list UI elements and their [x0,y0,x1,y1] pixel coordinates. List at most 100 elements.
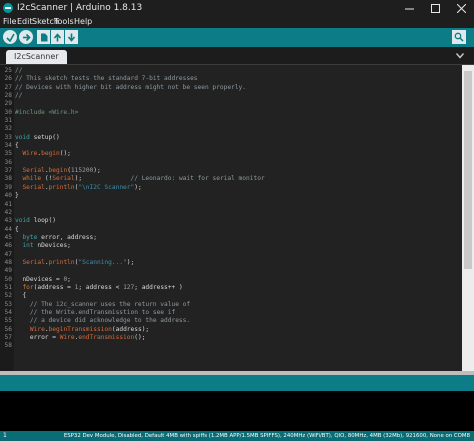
code-line[interactable]: 29 [0,100,461,108]
code-line[interactable]: 26// This sketch tests the standard 7-bi… [0,75,461,83]
menu-tools[interactable]: Tools [54,16,74,28]
line-number: 38 [4,175,12,183]
serial-monitor-button[interactable] [452,30,466,44]
line-number: 55 [4,317,12,325]
line-number: 39 [4,183,12,191]
code-line[interactable]: 36 [0,159,461,167]
tab-menu-button[interactable] [454,50,466,61]
upload-button[interactable] [19,30,33,44]
menu-file[interactable]: File [3,16,16,28]
code-line[interactable]: 47 [0,251,461,259]
code-line[interactable]: 42 [0,209,461,217]
code-line[interactable]: 49 [0,267,461,275]
code-text[interactable]: error = Wire.endTransmission(); [15,334,146,342]
console-header [0,375,474,391]
code-text[interactable]: byte error, address; [15,234,97,242]
code-text[interactable]: // [15,67,22,75]
close-button[interactable] [450,0,472,16]
minimize-icon [404,8,414,9]
code-text[interactable]: Serial.begin(115200); [15,167,100,175]
code-line[interactable]: 40} [0,192,461,200]
line-number: 42 [4,208,12,216]
code-text[interactable]: while (!Serial); // Leonardo: wait for s… [15,175,264,183]
code-line[interactable]: 27// Devices with higher bit address mig… [0,84,461,92]
code-line[interactable]: 57 error = Wire.endTransmission(); [0,334,461,342]
code-line[interactable]: 45 byte error, address; [0,234,461,242]
code-line[interactable]: 53 // The i2c_scanner uses the return va… [0,301,461,309]
code-text[interactable]: nDevices = 0; [15,276,70,284]
code-text[interactable]: // Devices with higher bit address might… [15,84,246,92]
code-line[interactable]: 39 Serial.println("\nI2C Scanner"); [0,184,461,192]
code-line[interactable]: 55 // a device did acknowledge to the ad… [0,317,461,325]
code-line[interactable]: 48 Serial.println("Scanning..."); [0,259,461,267]
code-line[interactable]: 56 Wire.beginTransmission(address); [0,326,461,334]
minimize-button[interactable] [398,0,420,16]
line-number: 54 [4,308,12,316]
line-number: 58 [4,342,12,350]
code-line[interactable]: 46 int nDevices; [0,242,461,250]
code-line[interactable]: 38 while (!Serial); // Leonardo: wait fo… [0,175,461,183]
menu-edit[interactable]: Edit [17,16,33,28]
code-text[interactable]: // a device did acknowledge to the addre… [15,317,190,325]
code-line[interactable]: 31 [0,117,461,125]
line-number: 30 [4,108,12,116]
code-text[interactable]: Serial.println("\nI2C Scanner"); [15,184,141,192]
code-text[interactable]: Wire.begin(); [15,150,70,158]
code-area[interactable]: 25//26// This sketch tests the standard … [0,67,461,351]
code-text[interactable]: { [15,226,19,234]
code-text[interactable]: // The i2c_scanner uses the return value… [15,301,190,309]
code-text[interactable]: // This sketch tests the standard 7-bit … [15,75,198,83]
line-number: 40 [4,192,12,200]
code-text[interactable]: // [15,92,22,100]
code-text[interactable]: for(address = 1; address < 127; address+… [15,284,182,292]
code-line[interactable]: 30 #include <Wire.h> [0,109,461,117]
new-button[interactable] [37,30,50,44]
code-line[interactable]: 37 Serial.begin(115200); [0,167,461,175]
code-text[interactable]: #include <Wire.h> [15,109,78,117]
maximize-button[interactable] [424,0,446,16]
maximize-icon [430,3,440,13]
window-title: I2cScanner | Arduino 1.8.13 [17,3,143,13]
code-line[interactable]: 44{ [0,226,461,234]
line-number: 52 [4,292,12,300]
code-text[interactable]: Wire.beginTransmission(address); [15,326,149,334]
code-line[interactable]: 34{ [0,142,461,150]
verify-button[interactable] [3,30,17,44]
menu-bar: File Edit Sketch Tools Help [0,16,474,28]
scrollbar-thumb[interactable] [464,71,472,269]
code-text[interactable]: { [15,292,26,300]
save-button[interactable] [65,30,78,44]
code-line[interactable]: 50 nDevices = 0; [0,276,461,284]
code-text[interactable]: int nDevices; [15,242,70,250]
line-number: 57 [4,334,12,341]
code-line[interactable]: 54 // the Write.endTransmisstion to see … [0,309,461,317]
code-text[interactable]: void loop() [15,217,56,225]
code-line[interactable]: 28// [0,92,461,100]
code-line[interactable]: 35 Wire.begin(); [0,150,461,158]
code-editor[interactable]: 25//26// This sketch tests the standard … [0,65,474,372]
code-line[interactable]: 32 [0,125,461,133]
code-line[interactable]: 41 [0,201,461,209]
line-number: 28 [4,92,12,100]
code-line[interactable]: 43 void loop() [0,217,461,225]
open-button[interactable] [51,30,64,44]
code-text[interactable]: { [15,142,19,150]
code-line[interactable]: 52 { [0,292,461,300]
line-number: 34 [4,142,12,150]
menu-help[interactable]: Help [74,16,92,28]
code-line[interactable]: 25// [0,67,461,75]
vertical-scrollbar[interactable] [462,65,474,372]
code-text[interactable]: void setup() [15,134,60,142]
arrow-down-icon [67,33,76,42]
line-number: 44 [4,225,12,233]
output-console[interactable] [0,391,474,431]
code-text[interactable]: } [15,192,19,200]
line-number: 51 [4,283,12,291]
code-line[interactable]: 51 for(address = 1; address < 127; addre… [0,284,461,292]
code-line[interactable]: 33 void setup() [0,134,461,142]
code-line[interactable]: 58 [0,342,461,350]
tab-i2cscanner[interactable]: I2cScanner [6,50,67,64]
code-text[interactable]: // the Write.endTransmisstion to see if [15,309,175,317]
line-number: 56 [4,325,12,333]
code-text[interactable]: Serial.println("Scanning..."); [15,259,134,267]
